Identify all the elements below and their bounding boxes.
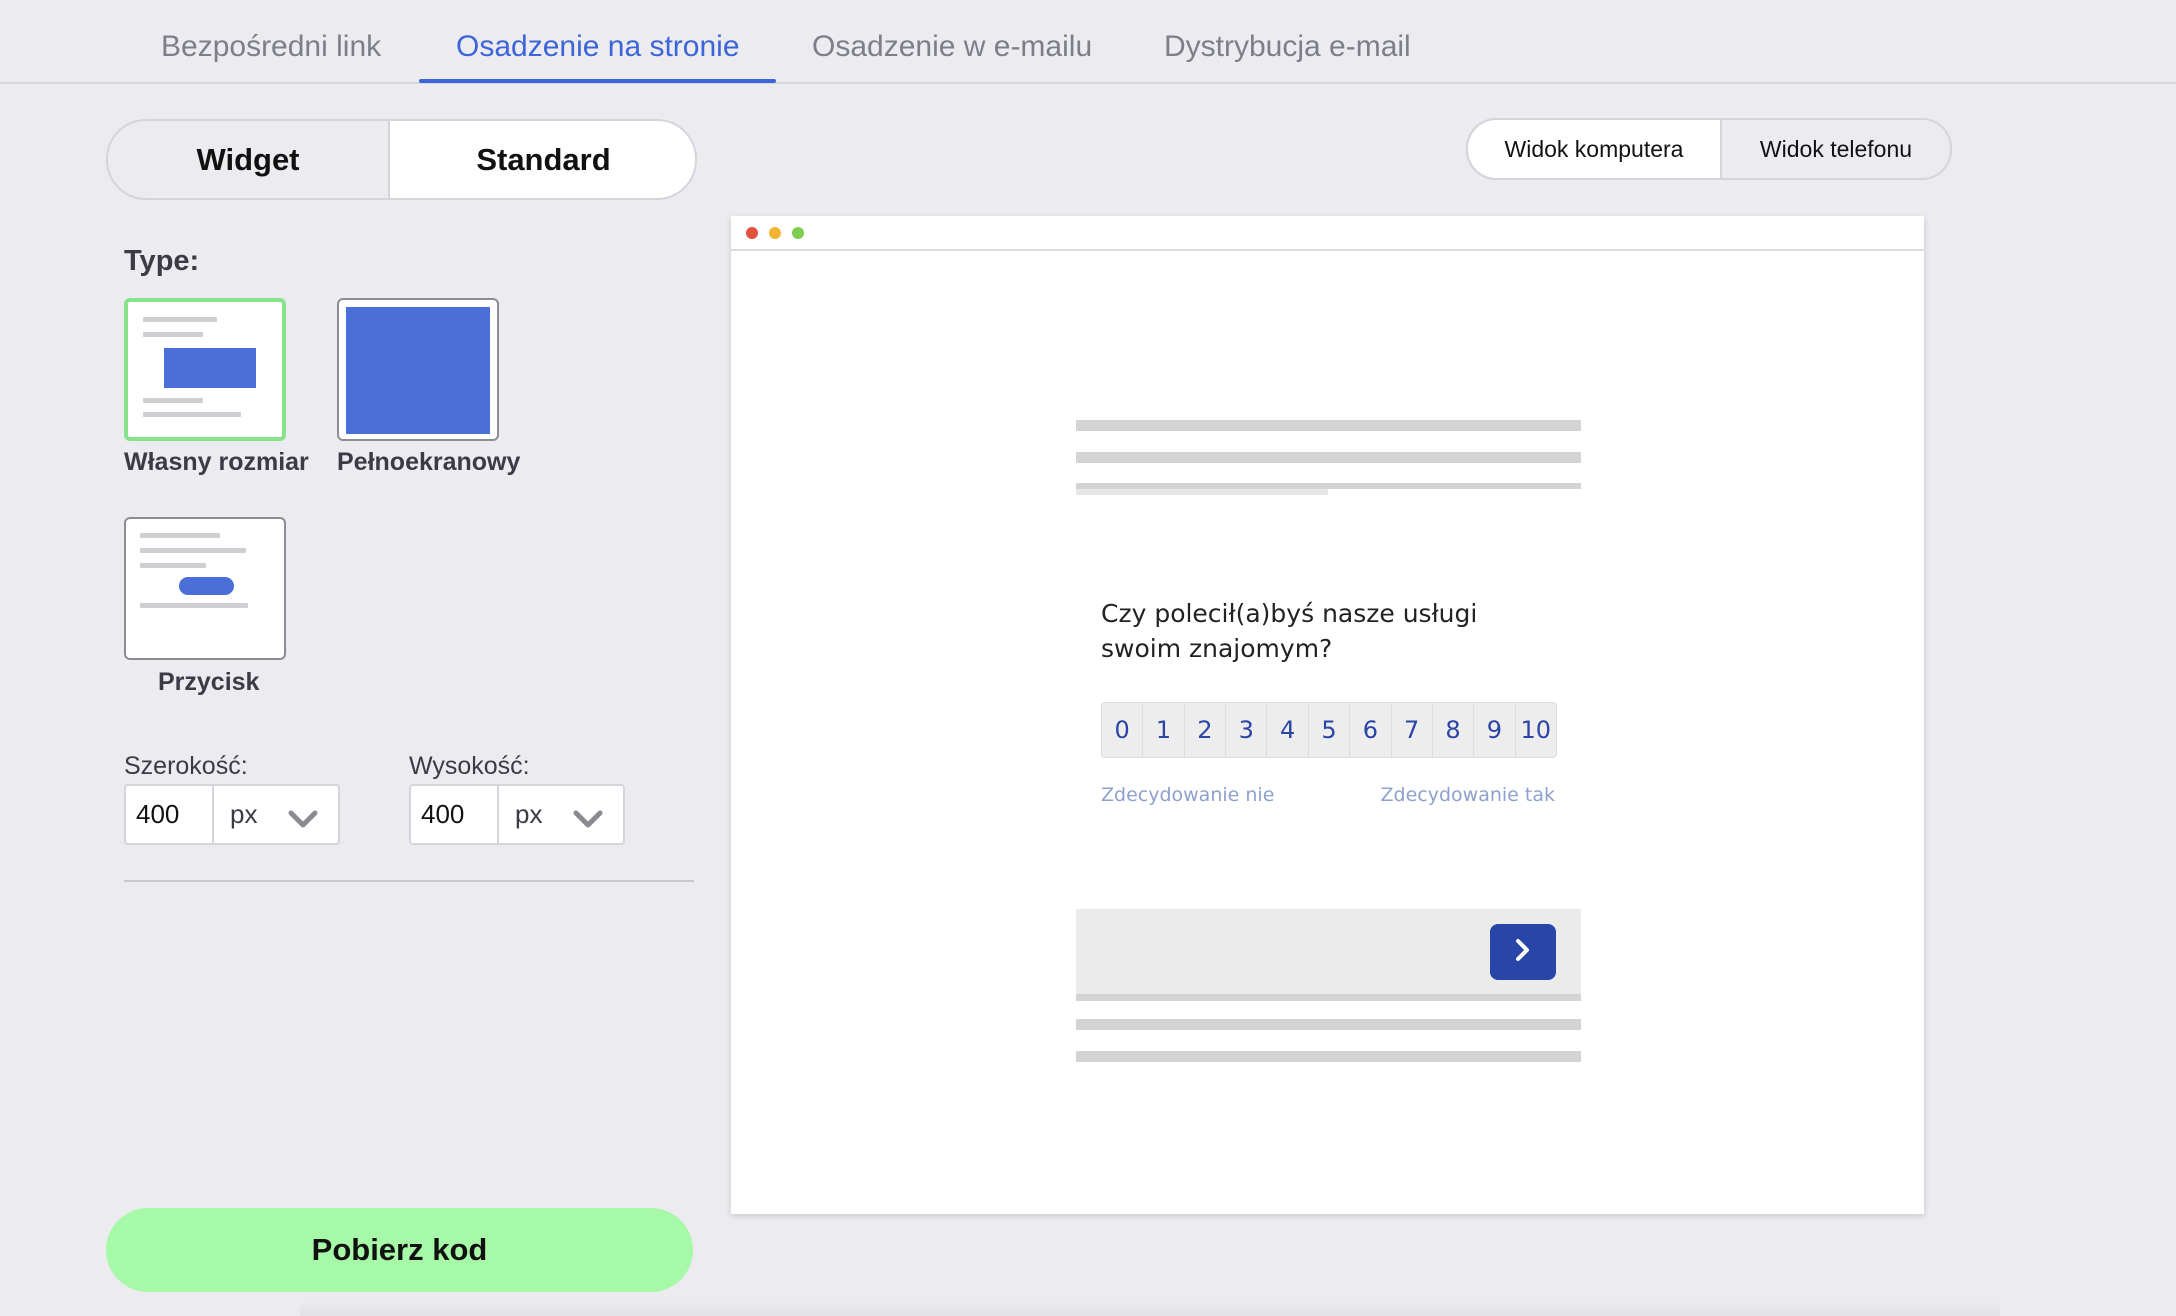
- nps-score-2[interactable]: 2: [1185, 703, 1227, 757]
- thumbnail-text-line: [143, 332, 203, 337]
- type-option-fullscreen-label: Pełnoekranowy: [337, 448, 521, 476]
- nps-score-4[interactable]: 4: [1267, 703, 1309, 757]
- width-label: Szerokość:: [124, 752, 248, 780]
- nps-score-5[interactable]: 5: [1309, 703, 1351, 757]
- width-unit-value: px: [230, 799, 258, 829]
- placeholder-line: [1076, 489, 1328, 495]
- thumbnail-text-line: [140, 548, 246, 553]
- height-field: 400 px: [409, 784, 625, 845]
- thumbnail-text-line: [143, 317, 217, 322]
- type-option-custom-size-label: Własny rozmiar: [124, 448, 309, 476]
- distribution-tabs: Bezpośredni link Osadzenie na stronie Os…: [0, 0, 2176, 84]
- survey-question: Czy polecił(a)byś nasze usługi swoim zna…: [1101, 599, 1478, 663]
- width-unit-select[interactable]: px: [214, 786, 338, 843]
- height-unit-select[interactable]: px: [499, 786, 623, 843]
- type-option-button-label: Przycisk: [158, 668, 260, 696]
- preview-window-titlebar: [731, 216, 1924, 251]
- chevron-down-icon: [573, 805, 603, 827]
- nps-score-0[interactable]: 0: [1102, 703, 1144, 757]
- mobile-view-button[interactable]: Widok telefonu: [1722, 120, 1950, 178]
- type-label: Type:: [124, 245, 200, 277]
- nps-score-8[interactable]: 8: [1433, 703, 1475, 757]
- window-close-dot-icon: [746, 227, 758, 239]
- width-field: 400 px: [124, 784, 340, 845]
- page-bottom-shadow: [300, 1300, 2000, 1316]
- download-code-button[interactable]: Pobierz kod: [106, 1208, 693, 1292]
- divider: [124, 880, 694, 882]
- type-option-fullscreen[interactable]: [337, 298, 499, 441]
- nps-score-7[interactable]: 7: [1392, 703, 1433, 757]
- placeholder-line: [1076, 452, 1581, 463]
- chevron-down-icon: [288, 805, 318, 827]
- thumbnail-text-line: [143, 412, 241, 417]
- placeholder-line: [1076, 1051, 1581, 1062]
- nps-score-6[interactable]: 6: [1350, 703, 1392, 757]
- nps-score-9[interactable]: 9: [1474, 703, 1516, 757]
- placeholder-line: [1076, 1019, 1581, 1030]
- height-unit-value: px: [515, 799, 543, 829]
- type-option-custom-size[interactable]: [124, 298, 286, 441]
- placeholder-line: [1076, 420, 1581, 431]
- thumbnail-embed-block: [164, 348, 256, 388]
- chevron-right-icon: [1512, 937, 1534, 968]
- height-label: Wysokość:: [409, 752, 530, 780]
- height-input[interactable]: 400: [411, 786, 499, 843]
- device-toggle: Widok komputera Widok telefonu: [1466, 118, 1952, 180]
- next-button[interactable]: [1490, 924, 1556, 980]
- survey-footer: [1076, 909, 1581, 995]
- nps-score-10[interactable]: 10: [1516, 703, 1556, 757]
- width-input[interactable]: 400: [126, 786, 214, 843]
- nps-score-1[interactable]: 1: [1143, 703, 1185, 757]
- tab-direct-link[interactable]: Bezpośredni link: [161, 30, 381, 64]
- preview-window: Czy polecił(a)byś nasze usługi swoim zna…: [731, 216, 1924, 1214]
- scale-high-label: Zdecydowanie tak: [1380, 784, 1555, 806]
- desktop-view-button[interactable]: Widok komputera: [1468, 120, 1722, 178]
- thumbnail-text-line: [140, 533, 220, 538]
- nps-score-3[interactable]: 3: [1226, 703, 1268, 757]
- window-maximize-dot-icon: [792, 227, 804, 239]
- thumbnail-text-line: [140, 603, 248, 608]
- survey-embed: Czy polecił(a)byś nasze usługi swoim zna…: [1076, 596, 1581, 876]
- tab-embed-email[interactable]: Osadzenie w e-mailu: [812, 30, 1092, 64]
- nps-scale: 0 1 2 3 4 5 6 7 8 9 10: [1101, 702, 1557, 758]
- thumbnail-button-pill: [179, 577, 234, 595]
- tab-embed-website[interactable]: Osadzenie na stronie: [456, 30, 740, 64]
- placeholder-line: [1076, 994, 1581, 1001]
- thumbnail-text-line: [143, 398, 203, 403]
- widget-mode-button[interactable]: Widget: [108, 121, 388, 198]
- standard-mode-button[interactable]: Standard: [388, 121, 695, 198]
- active-tab-underline: [419, 79, 776, 83]
- window-minimize-dot-icon: [769, 227, 781, 239]
- scale-low-label: Zdecydowanie nie: [1101, 784, 1275, 806]
- tab-email-distribution[interactable]: Dystrybucja e-mail: [1164, 30, 1411, 64]
- thumbnail-text-line: [140, 563, 206, 568]
- mode-toggle: Widget Standard: [106, 119, 697, 200]
- type-option-button[interactable]: [124, 517, 286, 660]
- thumbnail-fullscreen-block: [346, 307, 490, 434]
